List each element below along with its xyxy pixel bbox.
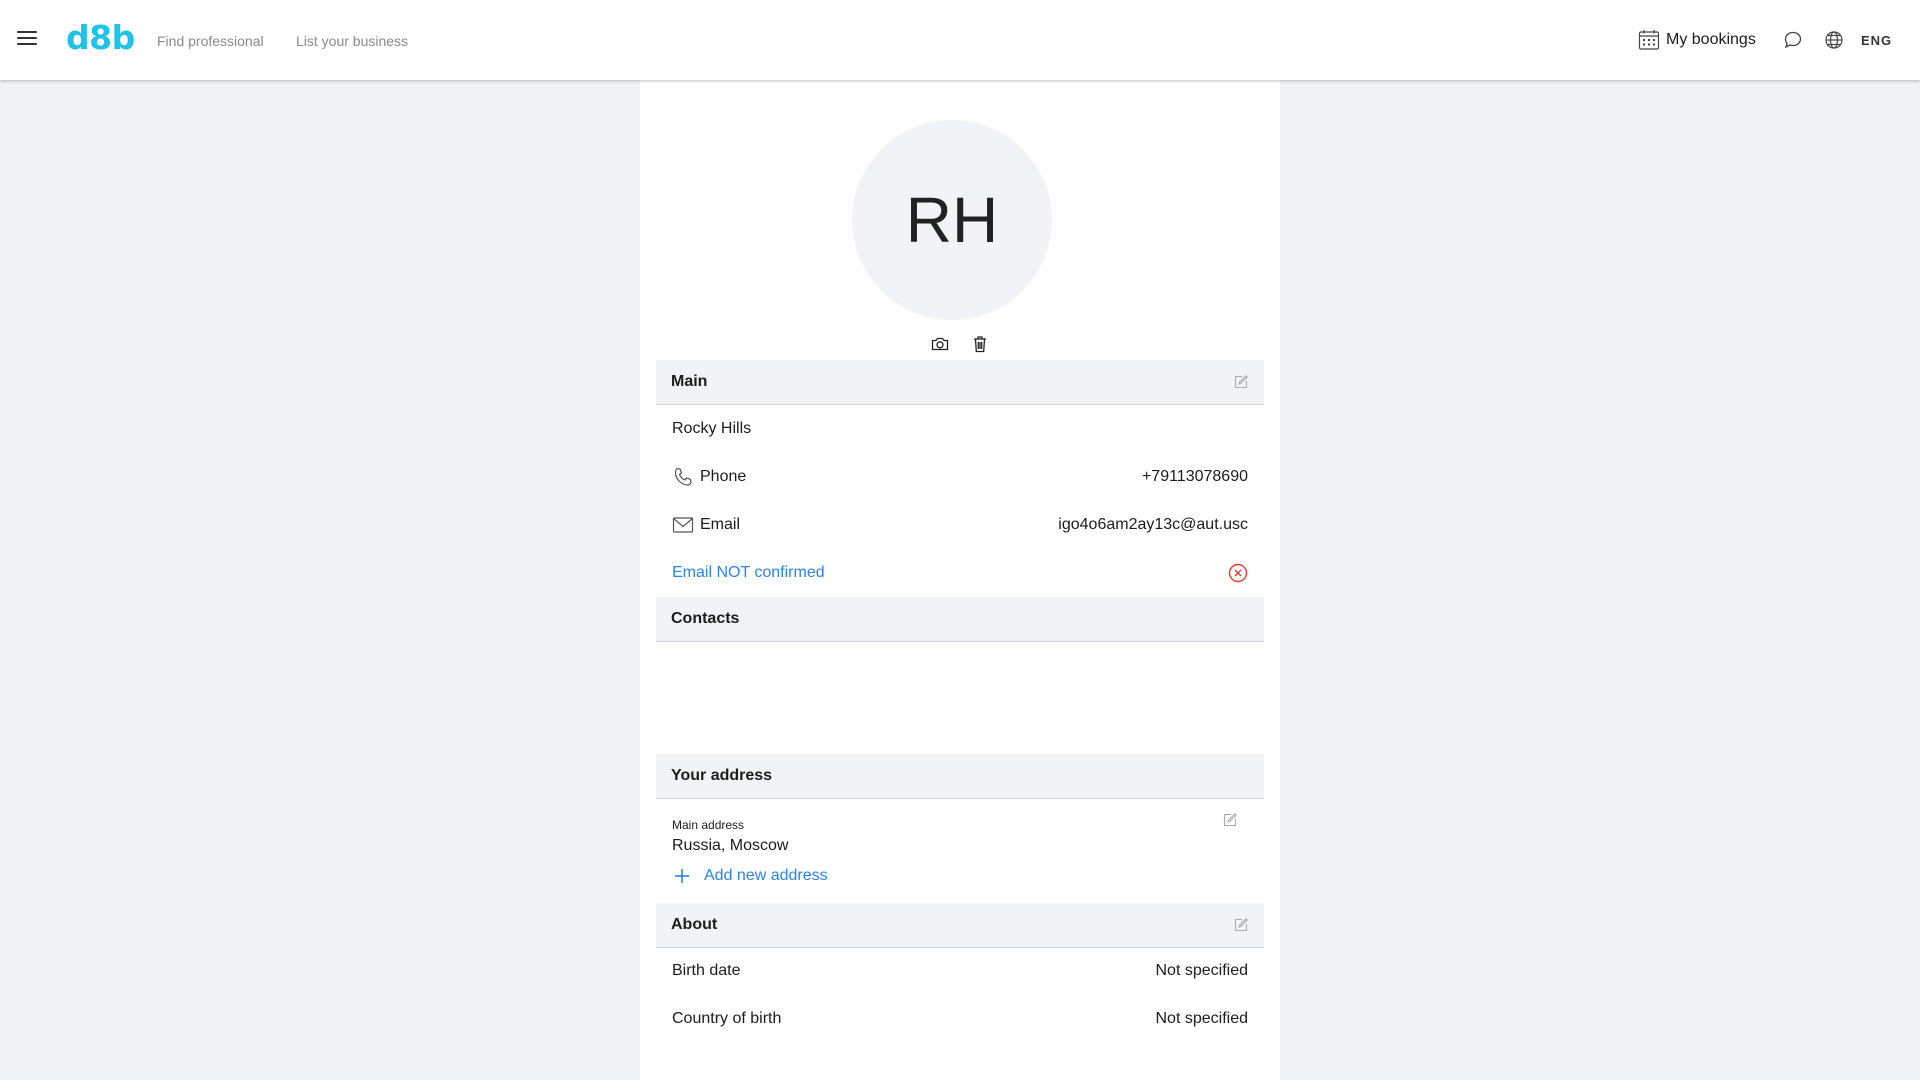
about-edit-icon[interactable]	[1233, 917, 1249, 933]
logo[interactable]: d8b	[66, 18, 135, 57]
section-contacts-header: Contacts	[656, 597, 1264, 642]
error-circle-icon[interactable]	[1228, 563, 1248, 583]
avatar-actions	[930, 334, 990, 354]
country-of-birth-label: Country of birth	[672, 1010, 782, 1027]
my-bookings-button[interactable]: My bookings	[1638, 28, 1756, 52]
add-new-address-label: Add new address	[704, 867, 828, 884]
top-header: d8b Find professional List your business…	[0, 0, 1920, 80]
section-about-title: About	[671, 916, 718, 933]
language-selector[interactable]: ENG	[1861, 33, 1892, 48]
country-of-birth-row: Country of birth Not specified	[672, 1007, 1248, 1031]
chat-icon[interactable]	[1783, 30, 1803, 50]
nav-list-your-business[interactable]: List your business	[296, 33, 408, 49]
phone-icon	[674, 467, 692, 486]
email-row: Email igo4o6am2ay13c@aut.usc	[672, 513, 1248, 537]
profile-panel: RH Main Rocky Hills Phone +79113078690 E…	[640, 80, 1280, 1080]
birth-date-value: Not specified	[1155, 962, 1249, 979]
section-main-title: Main	[671, 373, 708, 390]
add-new-address-button[interactable]: Add new address	[674, 867, 828, 885]
nav-find-professional[interactable]: Find professional	[157, 33, 264, 49]
section-main-header: Main	[656, 360, 1264, 405]
trash-icon[interactable]	[970, 334, 990, 354]
avatar: RH	[852, 120, 1052, 320]
plus-icon	[675, 869, 689, 883]
full-name: Rocky Hills	[672, 420, 752, 437]
email-status-row: Email NOT confirmed	[672, 561, 1248, 585]
camera-icon[interactable]	[930, 334, 950, 354]
birth-date-label: Birth date	[672, 962, 741, 979]
main-address-value: Russia, Moscow	[672, 837, 789, 854]
main-address-label: Main address	[672, 818, 745, 832]
email-label: Email	[700, 516, 741, 533]
birth-date-row: Birth date Not specified	[672, 959, 1248, 983]
calendar-icon	[1638, 30, 1660, 50]
section-contacts-title: Contacts	[671, 610, 740, 627]
phone-label: Phone	[700, 468, 747, 485]
globe-icon[interactable]	[1824, 30, 1844, 50]
section-address-title: Your address	[671, 767, 773, 784]
name-row: Rocky Hills	[672, 417, 1248, 441]
hamburger-menu-icon[interactable]	[17, 31, 37, 47]
email-value: igo4o6am2ay13c@aut.usc	[1058, 516, 1248, 533]
phone-row: Phone +79113078690	[672, 465, 1248, 489]
envelope-icon	[672, 517, 694, 533]
address-edit-icon[interactable]	[1222, 812, 1238, 828]
section-address-header: Your address	[656, 754, 1264, 799]
my-bookings-label: My bookings	[1666, 31, 1756, 48]
phone-value: +79113078690	[1141, 468, 1248, 485]
edit-icon[interactable]	[1233, 374, 1249, 390]
email-not-confirmed-link[interactable]: Email NOT confirmed	[672, 564, 825, 582]
section-about-header: About	[656, 903, 1264, 948]
country-of-birth-value: Not specified	[1155, 1010, 1249, 1027]
avatar-initials: RH	[905, 184, 999, 256]
